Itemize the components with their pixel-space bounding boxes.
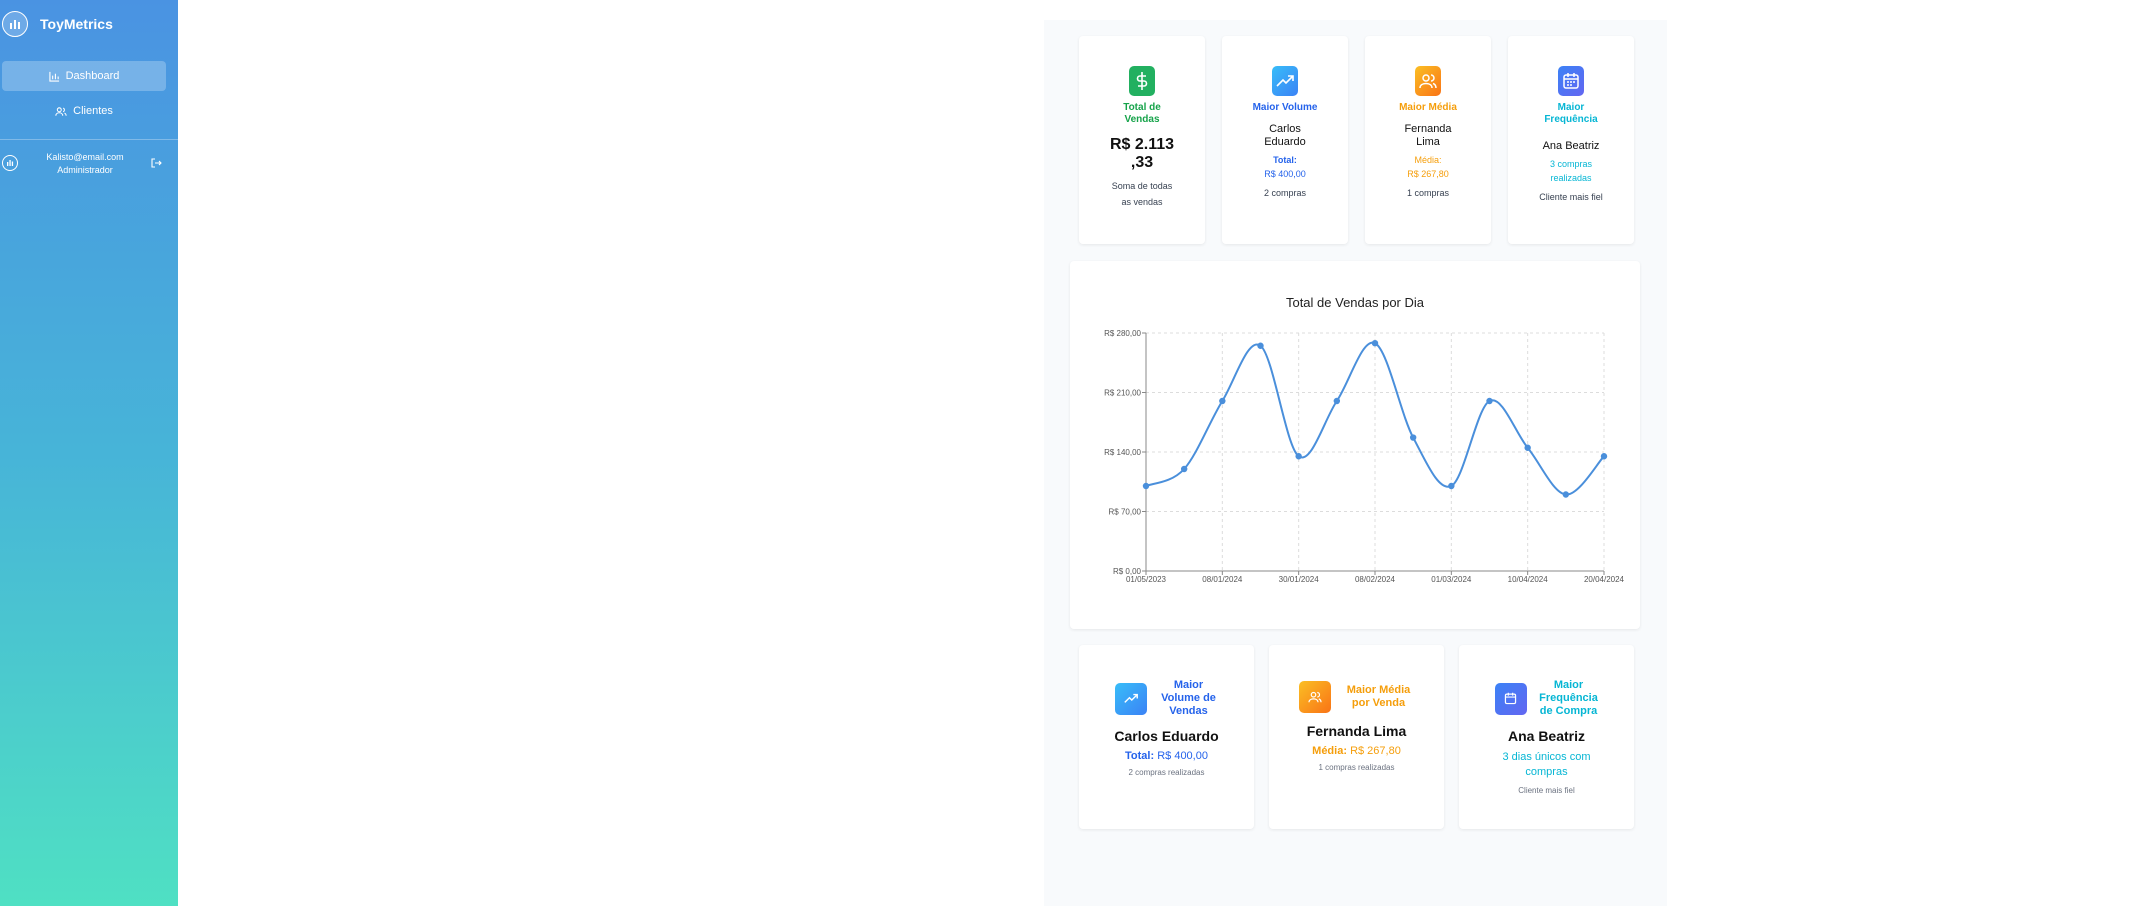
data-point [1562, 491, 1570, 498]
stat-desc: 1 compras [1406, 188, 1450, 198]
y-tick-label: R$ 140,00 [1104, 448, 1141, 457]
highlight-card-maior-media: Maior Média por Venda Fernanda Lima Médi… [1269, 645, 1444, 829]
data-point [1409, 434, 1417, 441]
highlight-line-value: R$ 400,00 [1157, 750, 1208, 762]
stat-line-label: Média: [1414, 155, 1442, 165]
highlight-name: Ana Beatriz [1507, 728, 1586, 744]
highlight-line-label: Média: [1312, 745, 1347, 757]
stat-card-total-vendas: Total de Vendas R$ 2.113 ,33 Soma de tod… [1079, 36, 1205, 244]
users-icon [1415, 66, 1441, 96]
main-panel: Total de Vendas R$ 2.113 ,33 Soma de tod… [1044, 20, 1667, 906]
data-point [1180, 465, 1188, 473]
sidebar-item-dashboard[interactable]: Dashboard [2, 61, 166, 91]
stat-value: R$ 2.113 ,33 [1109, 136, 1175, 171]
logout-icon[interactable] [150, 156, 162, 174]
highlight-title: Maior Frequência de Compra [1539, 679, 1598, 717]
data-point [1333, 397, 1341, 405]
bar-chart-logo-icon [2, 11, 28, 37]
highlight-title: Maior Volume de Vendas [1161, 679, 1216, 717]
data-point [1486, 397, 1493, 405]
stat-title: Maior Frequência [1544, 102, 1598, 125]
data-point [1448, 482, 1455, 490]
dollar-icon [1129, 66, 1155, 96]
highlight-line-value: R$ 267,80 [1350, 745, 1401, 757]
highlight-desc: Cliente mais fiel [1518, 786, 1575, 795]
bar-chart-icon [48, 71, 60, 82]
stat-name: Fernanda Lima [1404, 123, 1452, 148]
x-tick-label: 08/02/2024 [1355, 575, 1396, 584]
users-icon [1298, 681, 1331, 713]
data-point [1219, 397, 1226, 405]
user-profile: Kalisto@email.com Administrador [0, 148, 178, 180]
stat-title: Maior Volume [1252, 102, 1318, 113]
user-role: Administrador [57, 165, 113, 175]
data-point [1295, 453, 1302, 460]
stat-line-value: R$ 267,80 [1407, 169, 1449, 179]
stat-name: Carlos Eduardo [1264, 123, 1306, 148]
sidebar-divider [0, 139, 178, 140]
brand[interactable]: ToyMetrics [0, 10, 178, 38]
data-point [1371, 340, 1379, 347]
calendar-icon [1558, 66, 1584, 96]
stat-card-maior-media: Maior Média Fernanda Lima Média: R$ 267,… [1365, 36, 1491, 244]
x-tick-label: 30/01/2024 [1279, 575, 1320, 584]
data-point [1142, 482, 1150, 490]
trending-up-icon [1272, 66, 1298, 96]
highlight-desc: 1 compras realizadas [1318, 763, 1395, 772]
highlight-line-value: 3 dias únicos com compras [1502, 751, 1591, 778]
brand-name: ToyMetrics [40, 16, 113, 32]
stat-desc: Cliente mais fiel [1539, 192, 1603, 202]
highlight-card-maior-volume: Maior Volume de Vendas Carlos Eduardo To… [1079, 645, 1254, 829]
y-tick-label: R$ 280,00 [1104, 329, 1141, 338]
x-tick-label: 10/04/2024 [1508, 575, 1549, 584]
highlight-name: Carlos Eduardo [1114, 728, 1219, 744]
users-icon [55, 106, 67, 117]
avatar-icon [2, 155, 18, 171]
stat-line-value: R$ 400,00 [1264, 169, 1306, 179]
stat-title: Maior Média [1399, 102, 1457, 113]
calendar-icon [1494, 682, 1527, 715]
y-tick-label: R$ 70,00 [1109, 508, 1142, 517]
highlight-name: Fernanda Lima [1306, 723, 1407, 739]
stat-line-value: 3 compras realizadas [1549, 159, 1593, 183]
x-tick-label: 01/03/2024 [1431, 575, 1472, 584]
stat-desc: 2 compras [1263, 188, 1307, 198]
stat-name: Ana Beatriz [1542, 140, 1600, 152]
x-tick-label: 01/05/2023 [1126, 575, 1167, 584]
user-email: Kalisto@email.com [46, 152, 124, 162]
data-point [1257, 342, 1264, 349]
sales-chart-card: Total de Vendas por Dia R$ 0,00 R$ 70,00 R… [1070, 261, 1640, 629]
stat-card-maior-volume: Maior Volume Carlos Eduardo Total: R$ 40… [1222, 36, 1348, 244]
highlight-title: Maior Média por Venda [1346, 684, 1411, 709]
sidebar-item-label: Dashboard [65, 70, 120, 82]
sales-line-chart: R$ 0,00R$ 70,00R$ 140,00R$ 210,00R$ 280,… [1104, 329, 1625, 584]
data-point [1600, 453, 1608, 460]
x-tick-label: 20/04/2024 [1584, 575, 1625, 584]
data-point [1524, 444, 1531, 451]
highlight-card-maior-frequencia: Maior Frequência de Compra Ana Beatriz 3… [1459, 645, 1634, 829]
sidebar-item-clientes[interactable]: Clientes [2, 96, 166, 126]
sidebar-item-label: Clientes [73, 105, 113, 117]
stat-title: Total de Vendas [1123, 102, 1161, 125]
sidebar: ToyMetrics Dashboard Clientes Kalisto@em… [0, 0, 178, 906]
trending-up-icon [1114, 682, 1147, 715]
stat-desc: Soma de todas as vendas [1111, 181, 1173, 207]
stat-line-label: Total: [1273, 155, 1297, 165]
highlight-desc: 2 compras realizadas [1128, 768, 1205, 777]
stat-card-maior-frequencia: Maior Frequência Ana Beatriz 3 compras r… [1508, 36, 1634, 244]
highlight-line-label: Total: [1125, 750, 1155, 762]
x-tick-label: 08/01/2024 [1202, 575, 1243, 584]
y-tick-label: R$ 210,00 [1104, 389, 1141, 398]
